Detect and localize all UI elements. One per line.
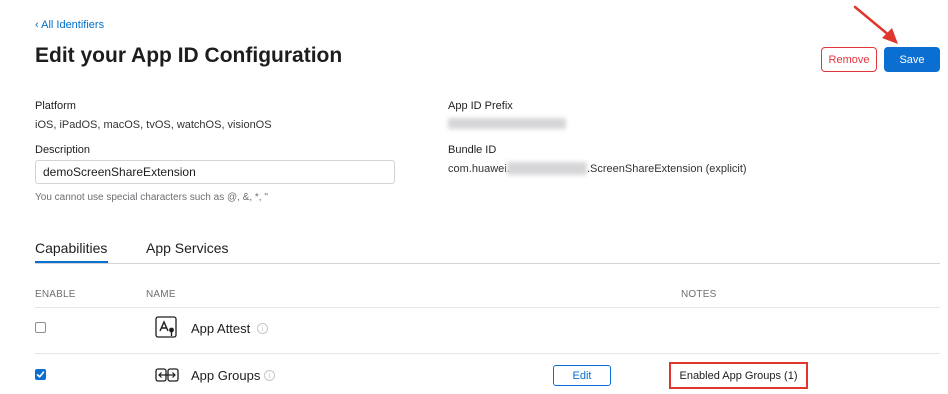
description-field[interactable] xyxy=(35,160,395,184)
platform-label: Platform xyxy=(35,100,76,112)
column-header-enable: ENABLE xyxy=(35,289,76,300)
column-header-notes: NOTES xyxy=(681,289,717,300)
platform-value: iOS, iPadOS, macOS, tvOS, watchOS, visio… xyxy=(35,119,272,131)
bundle-id-redacted xyxy=(507,162,587,175)
app-attest-info-icon[interactable]: i xyxy=(257,323,268,334)
row-divider xyxy=(35,307,940,308)
tabs-divider xyxy=(35,263,940,264)
annotation-arrow-icon xyxy=(853,5,898,44)
tab-app-services[interactable]: App Services xyxy=(146,240,228,256)
app-id-prefix-label: App ID Prefix xyxy=(448,100,513,112)
row-divider xyxy=(35,353,940,354)
app-groups-edit-button[interactable]: Edit xyxy=(553,365,611,386)
all-identifiers-link[interactable]: ‹ All Identifiers xyxy=(35,19,104,31)
column-header-name: NAME xyxy=(146,289,176,300)
app-attest-name: App Attest xyxy=(191,321,251,336)
page-title: Edit your App ID Configuration xyxy=(35,44,343,67)
bundle-id-suffix: .ScreenShareExtension (explicit) xyxy=(587,163,747,175)
save-button[interactable]: Save xyxy=(884,47,940,72)
app-groups-name: App Groups xyxy=(191,368,261,383)
app-groups-checkbox[interactable] xyxy=(35,369,46,380)
bundle-id-prefix: com.huawei. xyxy=(448,163,510,175)
remove-button[interactable]: Remove xyxy=(821,47,877,72)
app-groups-icon xyxy=(155,368,179,382)
app-attest-icon xyxy=(155,316,177,338)
bundle-id-label: Bundle ID xyxy=(448,144,497,156)
tab-capabilities[interactable]: Capabilities xyxy=(35,240,107,256)
description-help-text: You cannot use special characters such a… xyxy=(35,192,268,203)
app-attest-checkbox[interactable] xyxy=(35,322,46,333)
description-label: Description xyxy=(35,144,91,156)
active-tab-indicator xyxy=(35,261,108,263)
app-groups-notes: Enabled App Groups (1) xyxy=(669,362,808,389)
app-id-prefix-redacted xyxy=(448,118,566,129)
checkmark-icon xyxy=(36,371,45,378)
app-groups-info-icon[interactable]: i xyxy=(264,370,275,381)
